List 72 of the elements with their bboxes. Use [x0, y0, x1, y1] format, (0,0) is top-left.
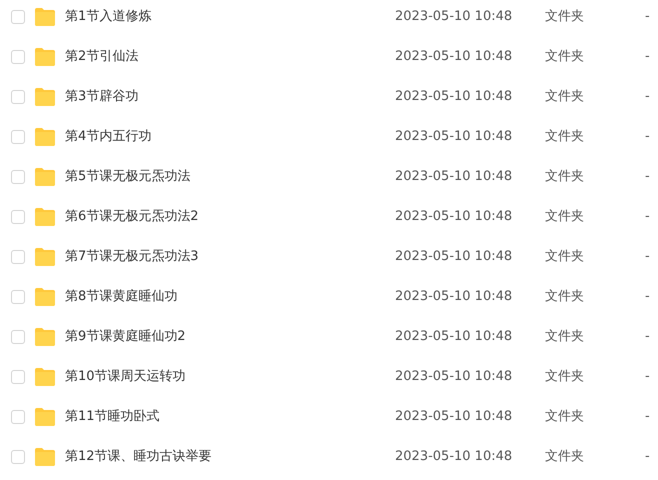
file-type: 文件夹 — [545, 368, 585, 386]
checkbox[interactable] — [11, 10, 25, 24]
file-type: 文件夹 — [545, 8, 585, 26]
folder-icon — [34, 248, 56, 266]
file-type: 文件夹 — [545, 208, 585, 226]
folder-icon — [34, 128, 56, 146]
file-type: 文件夹 — [545, 248, 585, 266]
modified-date: 2023-05-10 10:48 — [395, 128, 514, 146]
checkbox[interactable] — [11, 90, 25, 104]
folder-icon — [34, 288, 56, 306]
file-type: 文件夹 — [545, 288, 585, 306]
folder-icon — [34, 208, 56, 226]
file-name[interactable]: 第7节课无极元炁功法3 — [65, 247, 395, 267]
modified-date: 2023-05-10 10:48 — [395, 288, 514, 306]
file-name[interactable]: 第12节课、睡功古诀举要 — [65, 447, 395, 467]
checkbox[interactable] — [11, 50, 25, 64]
file-size: - — [645, 328, 650, 346]
folder-icon — [34, 48, 56, 66]
modified-date: 2023-05-10 10:48 — [395, 48, 514, 66]
file-type: 文件夹 — [545, 88, 585, 106]
folder-icon — [34, 328, 56, 346]
file-size: - — [645, 448, 650, 466]
modified-date: 2023-05-10 10:48 — [395, 328, 514, 346]
checkbox[interactable] — [11, 170, 25, 184]
folder-icon — [34, 8, 56, 26]
file-name[interactable]: 第4节内五行功 — [65, 127, 395, 147]
file-size: - — [645, 408, 650, 426]
modified-date: 2023-05-10 10:48 — [395, 368, 514, 386]
file-name[interactable]: 第1节入道修炼 — [65, 7, 395, 27]
checkbox[interactable] — [11, 130, 25, 144]
file-type: 文件夹 — [545, 48, 585, 66]
file-name[interactable]: 第11节睡功卧式 — [65, 407, 395, 427]
file-size: - — [645, 8, 650, 26]
folder-icon — [34, 88, 56, 106]
file-size: - — [645, 208, 650, 226]
file-size: - — [645, 168, 650, 186]
file-name[interactable]: 第6节课无极元炁功法2 — [65, 207, 395, 227]
file-name[interactable]: 第10节课周天运转功 — [65, 367, 395, 387]
modified-date: 2023-05-10 10:48 — [395, 208, 514, 226]
checkbox[interactable] — [11, 210, 25, 224]
modified-date: 2023-05-10 10:48 — [395, 168, 514, 186]
checkbox[interactable] — [11, 410, 25, 424]
modified-date: 2023-05-10 10:48 — [395, 248, 514, 266]
modified-date: 2023-05-10 10:48 — [395, 88, 514, 106]
file-name[interactable]: 第3节辟谷功 — [65, 87, 395, 107]
folder-icon — [34, 448, 56, 466]
file-size: - — [645, 288, 650, 306]
file-type: 文件夹 — [545, 448, 585, 466]
folder-icon — [34, 408, 56, 426]
file-size: - — [645, 88, 650, 106]
checkbox[interactable] — [11, 330, 25, 344]
file-name[interactable]: 第9节课黄庭睡仙功2 — [65, 327, 395, 347]
file-type: 文件夹 — [545, 408, 585, 426]
file-name[interactable]: 第5节课无极元炁功法 — [65, 167, 395, 187]
modified-date: 2023-05-10 10:48 — [395, 408, 514, 426]
checkbox[interactable] — [11, 290, 25, 304]
file-size: - — [645, 248, 650, 266]
checkbox[interactable] — [11, 250, 25, 264]
modified-date: 2023-05-10 10:48 — [395, 448, 514, 466]
file-name[interactable]: 第2节引仙法 — [65, 47, 395, 67]
checkbox[interactable] — [11, 450, 25, 464]
file-type: 文件夹 — [545, 328, 585, 346]
file-name[interactable]: 第8节课黄庭睡仙功 — [65, 287, 395, 307]
modified-date: 2023-05-10 10:48 — [395, 8, 514, 26]
folder-icon — [34, 168, 56, 186]
file-size: - — [645, 368, 650, 386]
file-size: - — [645, 48, 650, 66]
file-type: 文件夹 — [545, 128, 585, 146]
checkbox[interactable] — [11, 370, 25, 384]
file-type: 文件夹 — [545, 168, 585, 186]
folder-icon — [34, 368, 56, 386]
file-size: - — [645, 128, 650, 146]
